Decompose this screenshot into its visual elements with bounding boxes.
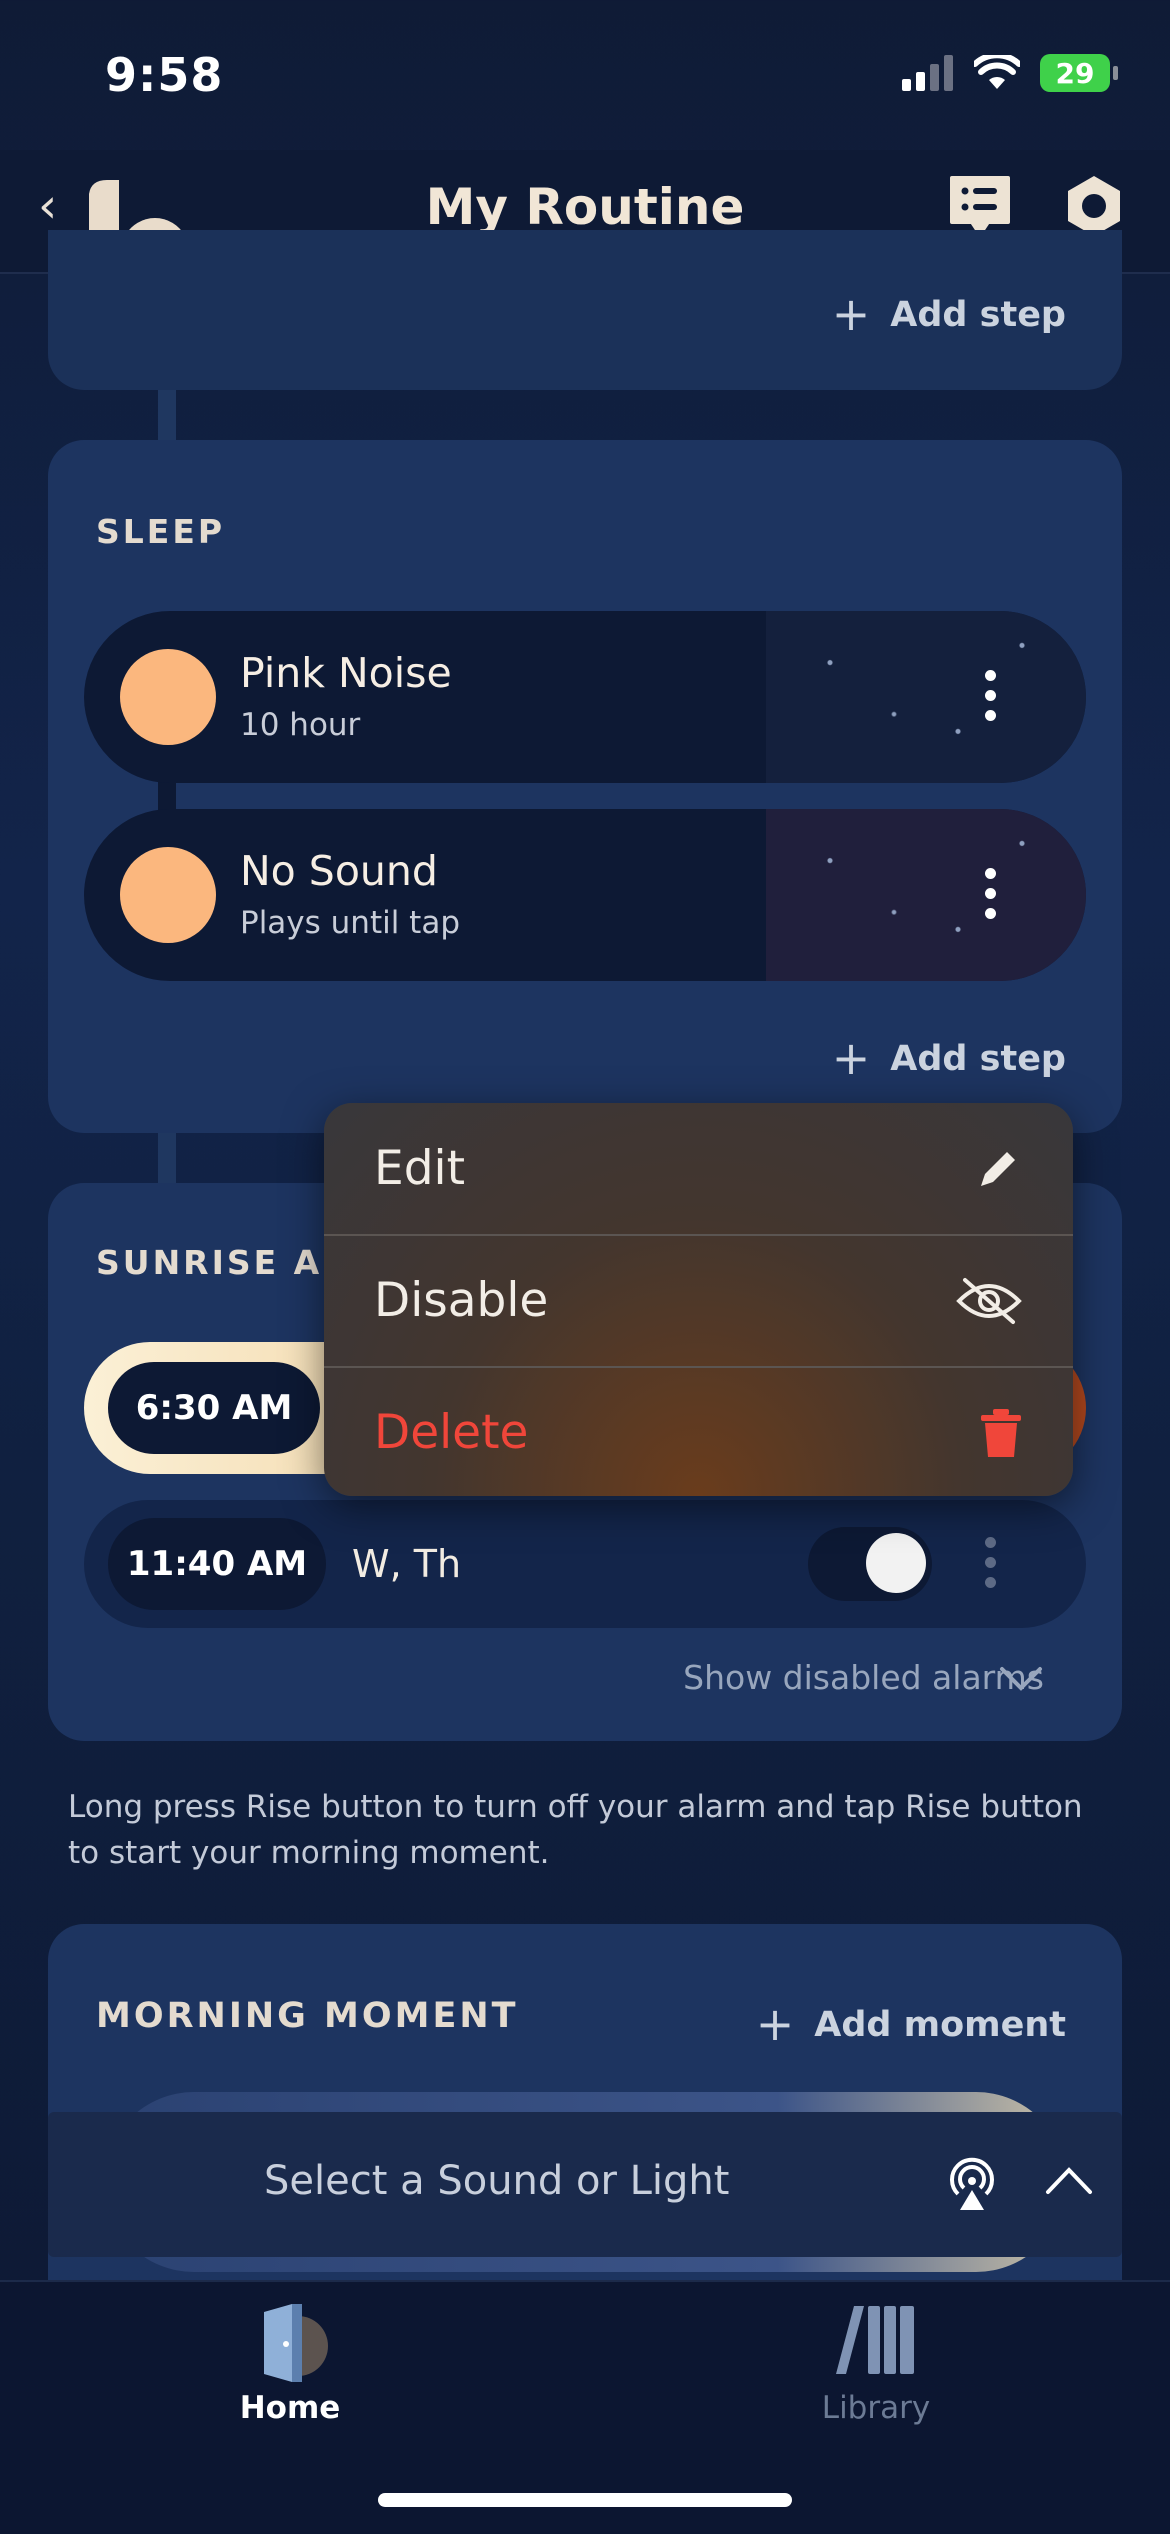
add-moment-button[interactable]: + Add moment	[756, 1997, 1066, 2051]
section-connector	[158, 1133, 176, 1183]
step-subtitle: Plays until tap	[240, 905, 461, 941]
plus-icon: +	[831, 1031, 871, 1085]
more-options-icon[interactable]	[980, 670, 1000, 721]
sunrise-section-title: SUNRISE AL	[96, 1243, 347, 1282]
more-options-icon[interactable]	[980, 868, 1000, 919]
step-artwork	[766, 809, 1086, 981]
wifi-icon	[974, 55, 1020, 89]
tab-home-label: Home	[239, 2390, 341, 2426]
plus-icon: +	[831, 287, 871, 341]
step-title: No Sound	[240, 847, 438, 895]
library-books-icon	[836, 2306, 914, 2374]
alarm-toggle[interactable]	[808, 1527, 932, 1601]
context-menu: Edit Disable Delete	[324, 1103, 1073, 1496]
menu-item-label: Edit	[374, 1141, 466, 1196]
rise-button-hint: Long press Rise button to turn off your …	[68, 1789, 1083, 1871]
player-label: Select a Sound or Light	[264, 2158, 730, 2204]
toggle-knob	[866, 1533, 926, 1593]
sleep-step-pink-noise[interactable]: Pink Noise 10 hour	[84, 611, 1086, 783]
battery-level: 29	[1055, 56, 1095, 90]
step-subtitle: 10 hour	[240, 707, 361, 743]
tab-library-label: Library	[821, 2390, 931, 2426]
add-step-button-sleep[interactable]: + Add step	[832, 1031, 1066, 1085]
step-color-dot	[120, 649, 216, 745]
mini-player[interactable]: Select a Sound or Light	[48, 2112, 1122, 2257]
status-indicators: 29	[902, 54, 1118, 92]
tab-home[interactable]: Home	[230, 2290, 350, 2440]
add-step-label: Add step	[890, 295, 1066, 335]
sleep-step-no-sound[interactable]: No Sound Plays until tap	[84, 809, 1086, 981]
trash-icon	[981, 1408, 1021, 1457]
menu-item-disable[interactable]: Disable	[324, 1235, 1073, 1366]
add-moment-label: Add moment	[814, 2005, 1066, 2045]
step-color-dot	[120, 847, 216, 943]
alarm-row[interactable]: 11:40 AM W, Th	[84, 1500, 1086, 1628]
show-disabled-alarms-link[interactable]: Show disabled alarms	[683, 1658, 1044, 1697]
menu-item-delete[interactable]: Delete	[324, 1367, 1073, 1496]
alarm-time[interactable]: 11:40 AM	[108, 1518, 326, 1610]
status-time: 9:58	[105, 48, 224, 102]
menu-item-label: Delete	[374, 1405, 529, 1460]
sleep-section-title: SLEEP	[96, 512, 226, 551]
eye-slash-icon	[956, 1277, 1022, 1324]
home-door-icon	[264, 2304, 328, 2382]
pencil-icon	[981, 1151, 1015, 1186]
add-step-button-top[interactable]: + Add step	[832, 287, 1066, 341]
cellular-signal-icon	[902, 55, 953, 91]
menu-item-edit[interactable]: Edit	[324, 1103, 1073, 1234]
step-title: Pink Noise	[240, 649, 452, 697]
alarm-time[interactable]: 6:30 AM	[108, 1362, 320, 1454]
menu-item-label: Disable	[374, 1273, 549, 1328]
tab-library[interactable]: Library	[816, 2290, 936, 2440]
plus-icon: +	[755, 1997, 795, 2051]
battery-indicator: 29	[1040, 54, 1118, 92]
chevron-down-icon[interactable]	[998, 1664, 1044, 1694]
alarm-days: W, Th	[352, 1542, 462, 1586]
morning-moment-title: MORNING MOMENT	[96, 1996, 519, 2036]
chevron-up-icon[interactable]	[1044, 2164, 1094, 2196]
add-step-label: Add step	[890, 1039, 1066, 1079]
section-connector	[158, 390, 176, 440]
more-options-icon[interactable]	[980, 1537, 1000, 1588]
home-indicator	[378, 2493, 792, 2507]
airplay-icon[interactable]	[944, 2154, 1000, 2214]
step-artwork	[766, 611, 1086, 783]
